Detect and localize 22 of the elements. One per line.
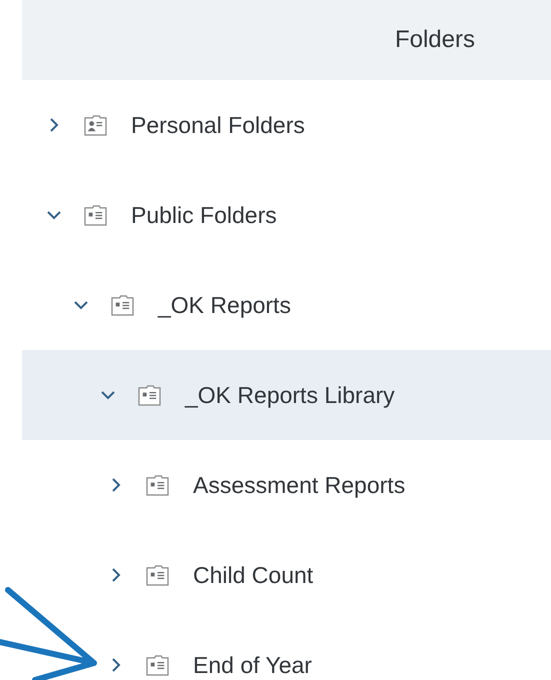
folder-card-icon — [111, 294, 134, 316]
tree-item[interactable]: End of Year — [22, 620, 551, 680]
folder-name: Public Folders — [131, 202, 277, 228]
tree-item[interactable]: Child Count — [22, 530, 551, 620]
folder-card-icon — [146, 654, 169, 676]
contact-card-icon — [84, 114, 107, 136]
tree-item[interactable]: Assessment Reports — [22, 440, 551, 530]
folder-name: Assessment Reports — [193, 472, 406, 498]
folder-card-icon — [84, 204, 107, 226]
folder-card-icon — [146, 564, 169, 586]
folder-name: Personal Folders — [131, 112, 305, 138]
tree-item[interactable]: _OK Reports Library — [22, 350, 551, 440]
tree-item[interactable]: _OK Reports — [22, 260, 551, 350]
folder-card-icon — [146, 474, 169, 496]
folder-name: Child Count — [193, 562, 314, 588]
folder-card-icon — [138, 384, 161, 406]
tree-item[interactable]: Personal Folders — [22, 80, 551, 170]
panel-title: Folders — [394, 26, 475, 54]
folder-name: End of Year — [193, 652, 312, 678]
folder-name: _OK Reports Library — [185, 382, 395, 408]
folder-name: _OK Reports — [158, 292, 291, 318]
tree-item[interactable]: Public Folders — [22, 170, 551, 260]
